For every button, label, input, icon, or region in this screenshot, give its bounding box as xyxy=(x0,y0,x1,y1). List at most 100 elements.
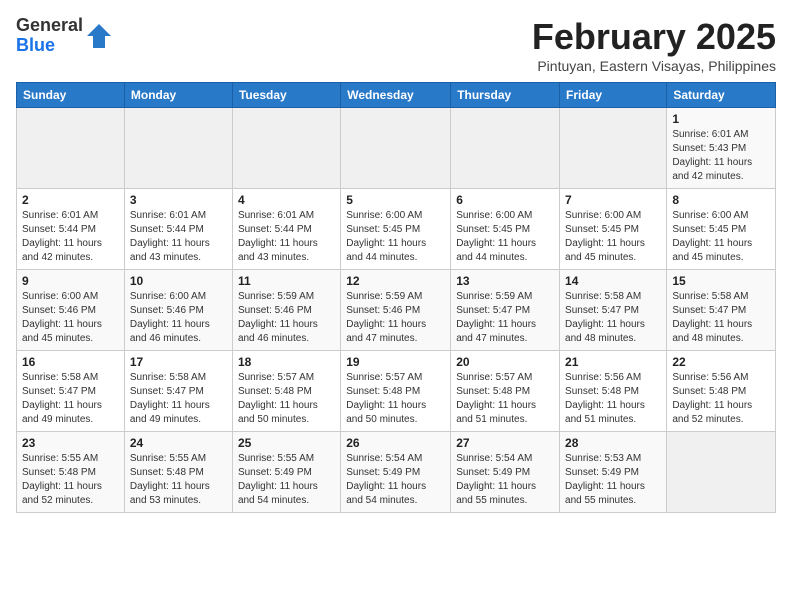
day-info: Sunrise: 6:00 AM Sunset: 5:45 PM Dayligh… xyxy=(565,209,661,265)
calendar-cell: 12 Sunrise: 5:59 AM Sunset: 5:46 PM Dayli… xyxy=(341,270,451,351)
day-number: 19 xyxy=(346,355,445,369)
day-number: 24 xyxy=(130,436,227,450)
calendar-cell: 5 Sunrise: 6:00 AM Sunset: 5:45 PM Daylig… xyxy=(341,189,451,270)
day-number: 25 xyxy=(238,436,335,450)
day-info: Sunrise: 6:00 AM Sunset: 5:46 PM Dayligh… xyxy=(130,290,227,346)
day-info: Sunrise: 5:59 AM Sunset: 5:46 PM Dayligh… xyxy=(346,290,445,346)
calendar-cell: 6 Sunrise: 6:00 AM Sunset: 5:45 PM Daylig… xyxy=(451,189,560,270)
day-number: 23 xyxy=(22,436,119,450)
calendar-cell: 17Sunrise: 5:58 AM Sunset: 5:47 PM Dayli… xyxy=(124,351,232,432)
calendar-cell xyxy=(17,108,125,189)
calendar-cell: 22 Sunrise: 5:56 AM Sunset: 5:48 PM Dayli… xyxy=(667,351,776,432)
day-info: Sunrise: 5:55 AM Sunset: 5:48 PM Dayligh… xyxy=(130,452,227,508)
day-info: Sunrise: 5:54 AM Sunset: 5:49 PM Dayligh… xyxy=(456,452,554,508)
day-info: Sunrise: 5:53 AM Sunset: 5:49 PM Dayligh… xyxy=(565,452,661,508)
logo-blue-text: Blue xyxy=(16,36,83,56)
logo-icon xyxy=(85,22,113,50)
calendar-cell: 15 Sunrise: 5:58 AM Sunset: 5:47 PM Dayli… xyxy=(667,270,776,351)
logo: General Blue xyxy=(16,16,113,56)
calendar-cell xyxy=(232,108,340,189)
day-number: 27 xyxy=(456,436,554,450)
day-number: 15 xyxy=(672,274,770,288)
day-number: 4 xyxy=(238,193,335,207)
day-info: Sunrise: 6:01 AM Sunset: 5:44 PM Dayligh… xyxy=(238,209,335,265)
location-title: Pintuyan, Eastern Visayas, Philippines xyxy=(532,58,776,74)
day-header-saturday: Saturday xyxy=(667,83,776,108)
calendar-cell: 14Sunrise: 5:58 AM Sunset: 5:47 PM Dayli… xyxy=(560,270,667,351)
calendar-cell: 2Sunrise: 6:01 AM Sunset: 5:44 PM Daylig… xyxy=(17,189,125,270)
month-title: February 2025 xyxy=(532,16,776,58)
calendar-cell: 7 Sunrise: 6:00 AM Sunset: 5:45 PM Daylig… xyxy=(560,189,667,270)
day-number: 10 xyxy=(130,274,227,288)
calendar-cell xyxy=(667,432,776,513)
day-number: 9 xyxy=(22,274,119,288)
calendar-cell xyxy=(560,108,667,189)
week-row-4: 16 Sunrise: 5:58 AM Sunset: 5:47 PM Dayli… xyxy=(17,351,776,432)
calendar-cell: 25 Sunrise: 5:55 AM Sunset: 5:49 PM Dayli… xyxy=(232,432,340,513)
day-number: 6 xyxy=(456,193,554,207)
day-number: 22 xyxy=(672,355,770,369)
calendar-cell: 28 Sunrise: 5:53 AM Sunset: 5:49 PM Dayli… xyxy=(560,432,667,513)
day-number: 26 xyxy=(346,436,445,450)
day-header-wednesday: Wednesday xyxy=(341,83,451,108)
day-info: Sunrise: 5:58 AM Sunset: 5:47 PM Dayligh… xyxy=(672,290,770,346)
day-number: 8 xyxy=(672,193,770,207)
week-row-2: 2 Sunrise: 6:01 AM Sunset: 5:44 PM Daylig… xyxy=(17,189,776,270)
calendar-cell: 3 Sunrise: 6:01 AM Sunset: 5:44 PM Daylig… xyxy=(124,189,232,270)
calendar-cell: 1 Sunrise: 6:01 AM Sunset: 5:43 PM Daylig… xyxy=(667,108,776,189)
calendar-cell: 11 Sunrise: 5:59 AM Sunset: 5:46 PM Dayli… xyxy=(232,270,340,351)
calendar-cell: 27 Sunrise: 5:54 AM Sunset: 5:49 PM Dayli… xyxy=(451,432,560,513)
calendar-cell: 16Sunrise: 5:58 AM Sunset: 5:47 PM Dayli… xyxy=(17,351,125,432)
calendar-cell: 8 Sunrise: 6:00 AM Sunset: 5:45 PM Daylig… xyxy=(667,189,776,270)
day-number: 16 xyxy=(22,355,119,369)
day-info: Sunrise: 5:55 AM Sunset: 5:49 PM Dayligh… xyxy=(238,452,335,508)
day-info: Sunrise: 5:54 AM Sunset: 5:49 PM Dayligh… xyxy=(346,452,445,508)
header: General Blue February 2025 Pintuyan, Eas… xyxy=(16,16,776,74)
day-number: 12 xyxy=(346,274,445,288)
day-info: Sunrise: 5:58 AM Sunset: 5:47 PM Dayligh… xyxy=(130,371,227,427)
day-info: Sunrise: 5:59 AM Sunset: 5:47 PM Dayligh… xyxy=(456,290,554,346)
day-header-tuesday: Tuesday xyxy=(232,83,340,108)
calendar-cell: 9 Sunrise: 6:00 AM Sunset: 5:46 PM Daylig… xyxy=(17,270,125,351)
calendar-body: 1 Sunrise: 6:01 AM Sunset: 5:43 PM Daylig… xyxy=(17,108,776,513)
day-header-monday: Monday xyxy=(124,83,232,108)
calendar-cell: 13 Sunrise: 5:59 AM Sunset: 5:47 PM Dayli… xyxy=(451,270,560,351)
calendar-cell: 10 Sunrise: 6:00 AM Sunset: 5:46 PM Dayli… xyxy=(124,270,232,351)
calendar-cell: 26 Sunrise: 5:54 AM Sunset: 5:49 PM Dayli… xyxy=(341,432,451,513)
calendar-cell: 19 Sunrise: 5:57 AM Sunset: 5:48 PM Dayli… xyxy=(341,351,451,432)
calendar-cell xyxy=(341,108,451,189)
day-info: Sunrise: 5:59 AM Sunset: 5:46 PM Dayligh… xyxy=(238,290,335,346)
day-info: Sunrise: 5:56 AM Sunset: 5:48 PM Dayligh… xyxy=(672,371,770,427)
day-info: Sunrise: 6:00 AM Sunset: 5:45 PM Dayligh… xyxy=(346,209,445,265)
day-number: 28 xyxy=(565,436,661,450)
title-area: February 2025 Pintuyan, Eastern Visayas,… xyxy=(532,16,776,74)
day-header-friday: Friday xyxy=(560,83,667,108)
day-info: Sunrise: 6:00 AM Sunset: 5:45 PM Dayligh… xyxy=(456,209,554,265)
day-info: Sunrise: 6:00 AM Sunset: 5:45 PM Dayligh… xyxy=(672,209,770,265)
day-header-sunday: Sunday xyxy=(17,83,125,108)
day-info: Sunrise: 5:57 AM Sunset: 5:48 PM Dayligh… xyxy=(456,371,554,427)
day-info: Sunrise: 5:58 AM Sunset: 5:47 PM Dayligh… xyxy=(565,290,661,346)
calendar-cell: 21Sunrise: 5:56 AM Sunset: 5:48 PM Dayli… xyxy=(560,351,667,432)
day-info: Sunrise: 6:00 AM Sunset: 5:46 PM Dayligh… xyxy=(22,290,119,346)
day-number: 1 xyxy=(672,112,770,126)
day-info: Sunrise: 5:56 AM Sunset: 5:48 PM Dayligh… xyxy=(565,371,661,427)
day-number: 20 xyxy=(456,355,554,369)
logo-general-text: General xyxy=(16,16,83,36)
day-info: Sunrise: 5:57 AM Sunset: 5:48 PM Dayligh… xyxy=(346,371,445,427)
day-number: 5 xyxy=(346,193,445,207)
day-number: 2 xyxy=(22,193,119,207)
day-number: 11 xyxy=(238,274,335,288)
calendar-cell: 18Sunrise: 5:57 AM Sunset: 5:48 PM Dayli… xyxy=(232,351,340,432)
day-number: 7 xyxy=(565,193,661,207)
calendar-cell xyxy=(124,108,232,189)
week-row-1: 1 Sunrise: 6:01 AM Sunset: 5:43 PM Daylig… xyxy=(17,108,776,189)
day-info: Sunrise: 6:01 AM Sunset: 5:44 PM Dayligh… xyxy=(130,209,227,265)
day-number: 18 xyxy=(238,355,335,369)
day-number: 3 xyxy=(130,193,227,207)
calendar-cell xyxy=(451,108,560,189)
day-number: 13 xyxy=(456,274,554,288)
calendar-cell: 4 Sunrise: 6:01 AM Sunset: 5:44 PM Daylig… xyxy=(232,189,340,270)
day-info: Sunrise: 6:01 AM Sunset: 5:43 PM Dayligh… xyxy=(672,128,770,184)
week-row-5: 23 Sunrise: 5:55 AM Sunset: 5:48 PM Dayli… xyxy=(17,432,776,513)
